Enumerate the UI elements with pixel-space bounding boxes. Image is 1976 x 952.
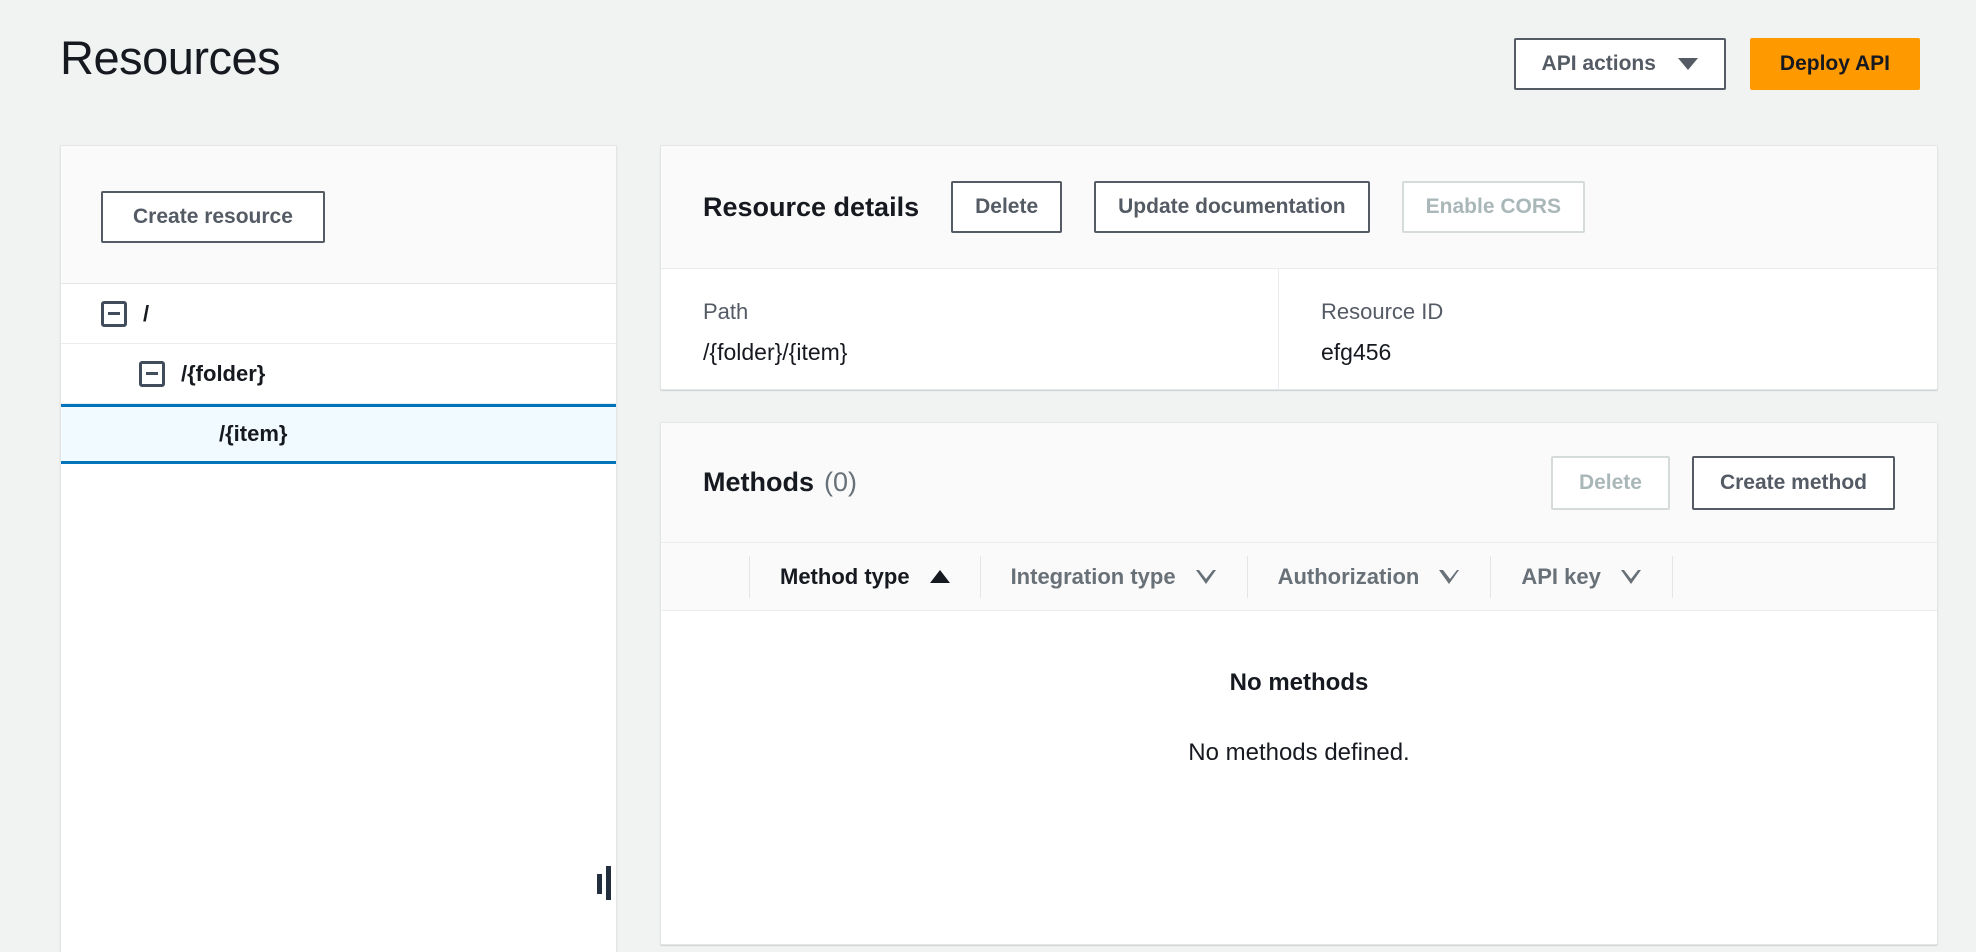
collapse-minus-icon[interactable] [139, 360, 165, 387]
panel-resize-handle[interactable] [597, 866, 611, 900]
resources-page: Resources API actions Deploy API Create … [0, 0, 1976, 952]
create-method-button[interactable]: Create method [1691, 455, 1895, 510]
methods-card: Methods (0) Delete Create method Method … [660, 422, 1938, 945]
tree-item-item-selected[interactable]: /{item} [61, 404, 616, 464]
column-header-label: Method type [780, 563, 910, 589]
page-title: Resources [60, 31, 281, 84]
column-header-label: API key [1521, 563, 1601, 589]
methods-header: Methods (0) Delete Create method [661, 423, 1937, 543]
methods-count: (0) [824, 467, 857, 497]
resource-tree: / /{folder} /{item} [61, 284, 616, 952]
delete-method-button: Delete [1550, 455, 1670, 510]
column-header-method-type[interactable]: Method type [749, 555, 980, 598]
resource-details-title: Resource details [703, 191, 920, 222]
right-column: Resource details Delete Update documenta… [660, 145, 1938, 945]
methods-table-header: Method type Integration type Authorizati… [661, 543, 1937, 611]
collapse-minus-icon[interactable] [101, 300, 127, 327]
resource-details-body: Path /{folder}/{item} Resource ID efg456 [661, 269, 1937, 390]
api-actions-button[interactable]: API actions [1513, 38, 1726, 90]
resource-id-label: Resource ID [1321, 299, 1444, 324]
sort-ascending-icon [929, 570, 950, 583]
delete-resource-button[interactable]: Delete [951, 181, 1063, 233]
tree-item-label: /{folder} [181, 360, 266, 386]
column-header-label: Integration type [1010, 563, 1176, 589]
resource-id-value: efg456 [1321, 339, 1392, 365]
column-header-api-key[interactable]: API key [1490, 555, 1673, 598]
empty-state-title: No methods [1229, 669, 1369, 696]
api-actions-label: API actions [1541, 52, 1656, 75]
column-header-integration-type[interactable]: Integration type [979, 555, 1247, 598]
header-actions: API actions Deploy API [1513, 38, 1920, 90]
create-resource-button[interactable]: Create resource [101, 191, 325, 243]
empty-state-description: No methods defined. [1188, 739, 1410, 766]
resource-tree-panel-header: Create resource [61, 146, 616, 284]
methods-empty-state: No methods No methods defined. [661, 611, 1937, 767]
path-field: Path /{folder}/{item} [661, 269, 1279, 390]
path-value: /{folder}/{item} [703, 339, 848, 365]
tree-item-label: /{item} [219, 421, 288, 446]
resource-details-card: Resource details Delete Update documenta… [660, 145, 1938, 390]
tree-item-folder[interactable]: /{folder} [61, 344, 616, 404]
update-documentation-button[interactable]: Update documentation [1094, 181, 1370, 233]
sort-descending-icon [1620, 569, 1642, 584]
path-label: Path [703, 299, 749, 324]
tree-item-root[interactable]: / [61, 284, 616, 344]
methods-title: Methods [703, 467, 814, 497]
resize-grip-bar [606, 866, 611, 900]
sort-descending-icon [1195, 569, 1217, 584]
page-header: Resources API actions Deploy API [0, 0, 1976, 122]
tree-item-label: / [143, 300, 150, 326]
enable-cors-button: Enable CORS [1401, 181, 1586, 233]
column-header-authorization[interactable]: Authorization [1246, 555, 1491, 598]
methods-actions: Delete Create method [1550, 455, 1895, 510]
resource-tree-panel: Create resource / /{folder} /{item} [60, 145, 617, 952]
resize-grip-bar [597, 874, 602, 894]
resource-id-field: Resource ID efg456 [1279, 269, 1443, 390]
column-header-label: Authorization [1277, 563, 1420, 589]
deploy-api-button[interactable]: Deploy API [1749, 38, 1920, 90]
chevron-down-icon [1677, 58, 1698, 70]
sort-descending-icon [1439, 569, 1460, 584]
resource-details-header: Resource details Delete Update documenta… [661, 146, 1937, 269]
resource-tree-list: / /{folder} /{item} [61, 284, 616, 464]
methods-title-wrap: Methods (0) [703, 467, 857, 498]
